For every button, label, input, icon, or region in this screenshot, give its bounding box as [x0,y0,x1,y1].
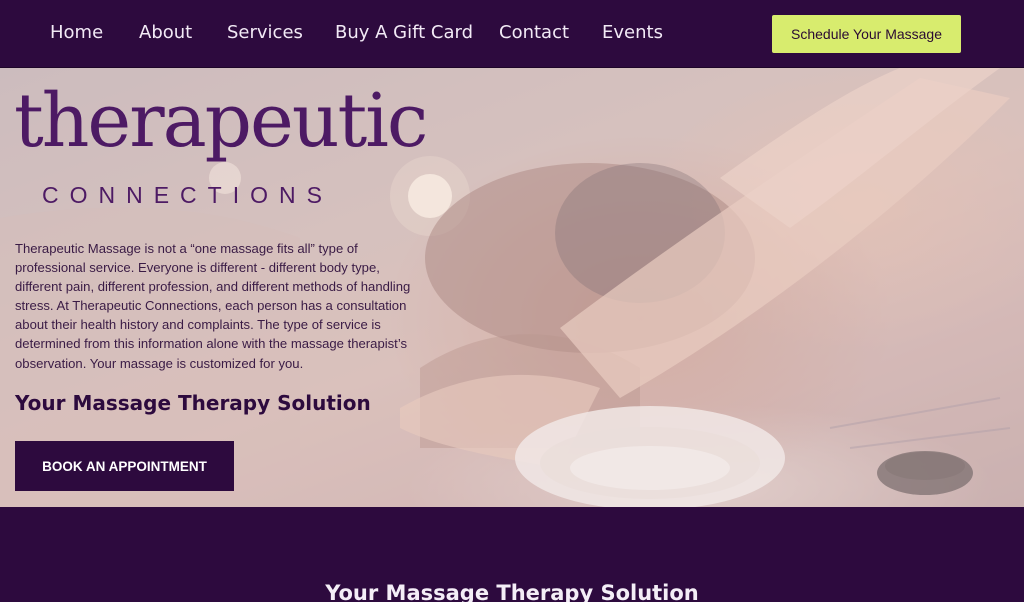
top-navigation-bar: Home About Services Buy A Gift Card Cont… [0,0,1024,68]
schedule-massage-button[interactable]: Schedule Your Massage [772,15,961,53]
book-appointment-button[interactable]: BOOK AN APPOINTMENT [15,441,234,491]
hero-section: therapeutic CONNECTIONS Therapeutic Mass… [0,68,1024,507]
lower-section: Your Massage Therapy Solution [0,507,1024,602]
section-heading: Your Massage Therapy Solution [325,581,699,602]
nav-link-gift-card[interactable]: Buy A Gift Card [335,22,473,43]
nav-link-contact[interactable]: Contact [499,22,569,43]
nav-link-services[interactable]: Services [227,22,303,43]
hero-heading: Your Massage Therapy Solution [15,391,371,415]
therapeutic-connections-logo[interactable]: therapeutic CONNECTIONS [14,84,444,214]
nav-link-home[interactable]: Home [50,22,103,43]
nav-link-about[interactable]: About [139,22,192,43]
nav-link-events[interactable]: Events [602,22,663,43]
hero-description: Therapeutic Massage is not a “one massag… [15,241,411,371]
logo-wordmark: therapeutic [14,78,428,164]
logo-subtitle: CONNECTIONS [42,182,333,208]
